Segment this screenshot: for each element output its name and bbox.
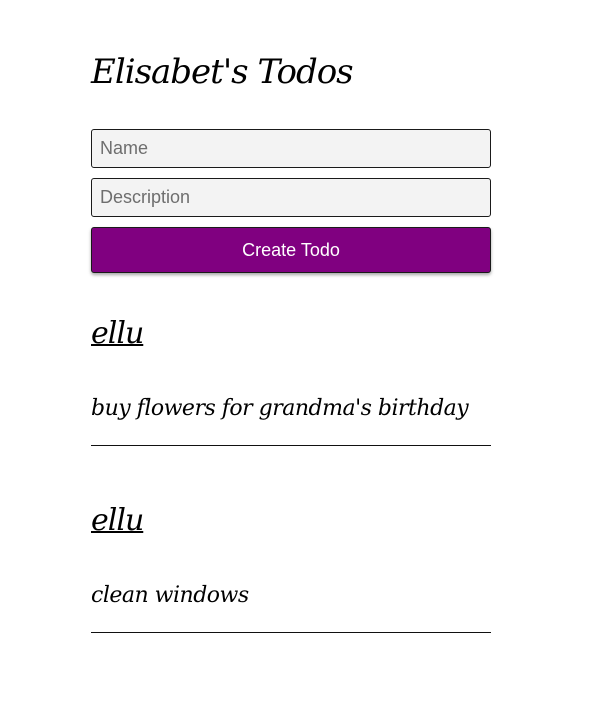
name-input[interactable] (91, 129, 491, 168)
todo-item: ellu clean windows (91, 487, 491, 633)
todo-name: ellu (91, 316, 144, 351)
todo-item: ellu buy flowers for grandma's birthday (91, 300, 491, 446)
description-input[interactable] (91, 178, 491, 217)
todo-name: ellu (91, 503, 144, 538)
todo-description: buy flowers for grandma's birthday (91, 396, 469, 421)
page-title: Elisabet's Todos (91, 52, 354, 92)
create-todo-button[interactable]: Create Todo (91, 227, 491, 273)
todo-description: clean windows (91, 583, 249, 608)
